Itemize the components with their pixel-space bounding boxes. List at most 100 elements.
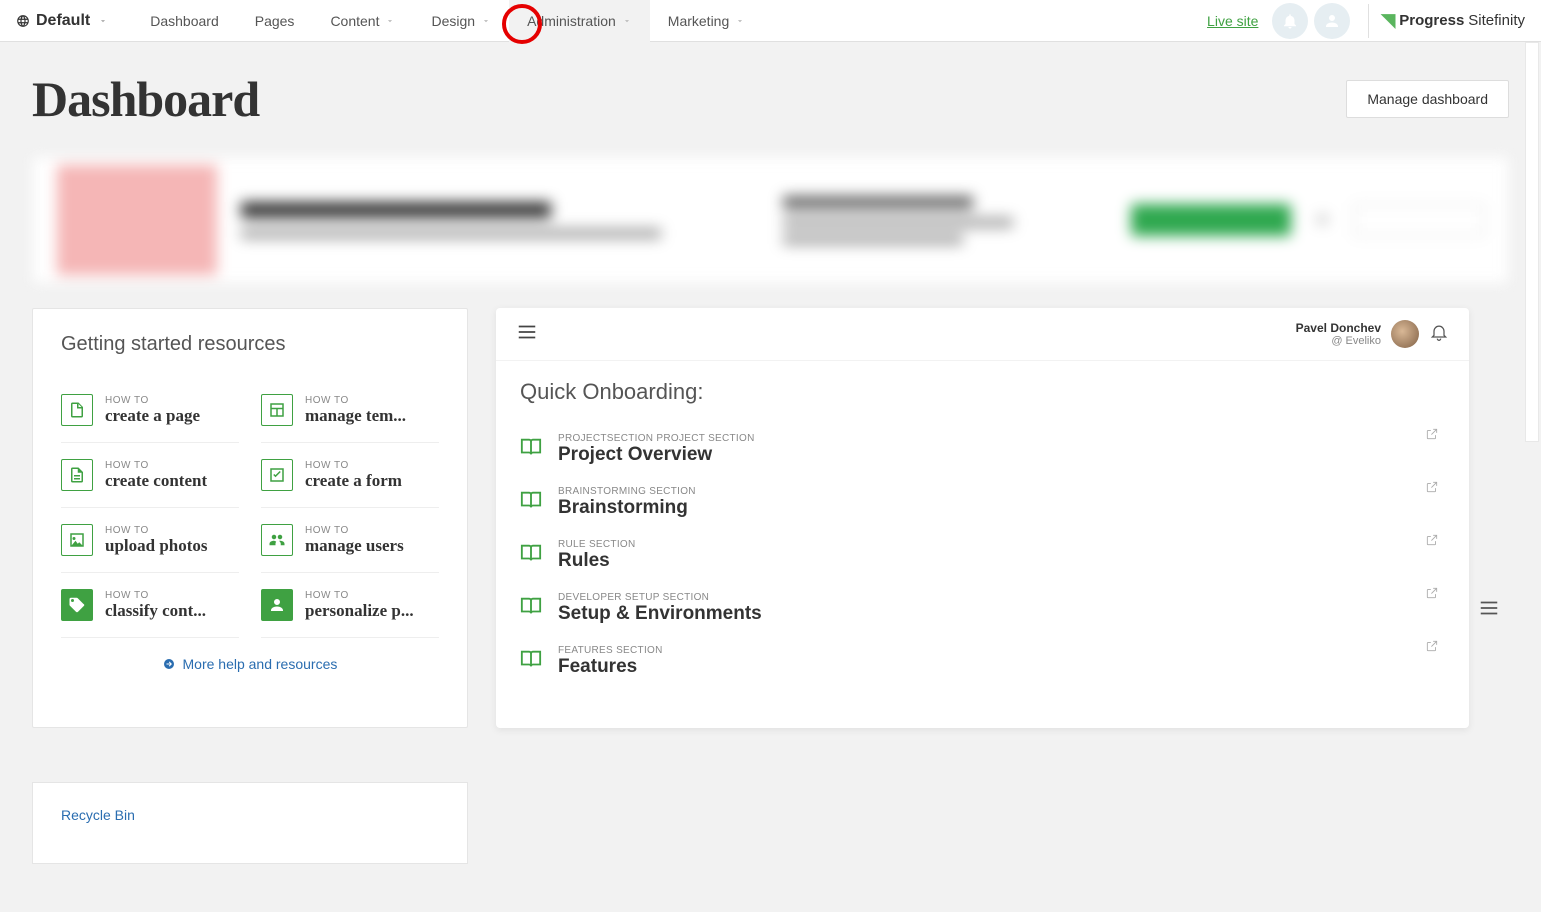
progress-logo-icon: ◥ xyxy=(1381,10,1395,31)
gs-item[interactable]: HOW TOupload photos xyxy=(61,508,239,573)
external-link-icon[interactable] xyxy=(1425,480,1439,499)
onboarding-item[interactable]: FEATURES SECTIONFeatures xyxy=(520,635,1445,688)
menu-button[interactable] xyxy=(516,321,538,348)
brand-logo: ◥ Progress Sitefinity xyxy=(1381,10,1525,31)
nav-item-administration[interactable]: Administration xyxy=(509,0,650,42)
howto-label: HOW TO xyxy=(305,590,414,601)
profile-button[interactable] xyxy=(1314,3,1350,39)
howto-label: HOW TO xyxy=(105,590,206,601)
notifications-button[interactable] xyxy=(1272,3,1308,39)
scrollbar[interactable] xyxy=(1523,42,1541,912)
page-title: Dashboard xyxy=(32,70,259,128)
tag-icon xyxy=(61,589,93,621)
side-menu-toggle[interactable] xyxy=(1469,308,1509,728)
nav-item-dashboard[interactable]: Dashboard xyxy=(132,0,237,42)
page-header: Dashboard Manage dashboard xyxy=(0,42,1541,140)
file-icon xyxy=(61,394,93,426)
nav-item-marketing[interactable]: Marketing xyxy=(650,0,763,42)
recycle-bin-link[interactable]: Recycle Bin xyxy=(61,807,439,823)
onboarding-bell-button[interactable] xyxy=(1429,322,1449,347)
chevron-down-icon xyxy=(622,16,632,26)
section-label: DEVELOPER SETUP SECTION xyxy=(558,592,762,603)
gs-item[interactable]: HOW TOcreate a page xyxy=(61,378,239,443)
gs-item[interactable]: HOW TOpersonalize p... xyxy=(261,573,439,638)
gs-item-title: create a form xyxy=(305,471,402,491)
main-content: Getting started resources HOW TOcreate a… xyxy=(0,292,1541,744)
gs-item[interactable]: HOW TOmanage tem... xyxy=(261,378,439,443)
gs-item-title: create content xyxy=(105,471,207,491)
section-label: BRAINSTORMING SECTION xyxy=(558,486,696,497)
live-site-link[interactable]: Live site xyxy=(1207,13,1258,29)
gs-item[interactable]: HOW TOcreate a form xyxy=(261,443,439,508)
nav-item-design[interactable]: Design xyxy=(413,0,509,42)
nav-item-pages[interactable]: Pages xyxy=(237,0,313,42)
book-icon xyxy=(520,489,542,516)
manage-dashboard-button[interactable]: Manage dashboard xyxy=(1346,80,1509,118)
user-icon xyxy=(1323,12,1341,30)
book-icon xyxy=(520,542,542,569)
onboarding-item[interactable]: PROJECTSECTION PROJECT SECTIONProject Ov… xyxy=(520,423,1445,476)
howto-label: HOW TO xyxy=(305,460,402,471)
gs-item[interactable]: HOW TOcreate content xyxy=(61,443,239,508)
getting-started-heading: Getting started resources xyxy=(61,333,439,356)
globe-icon xyxy=(16,14,30,28)
check-icon xyxy=(261,459,293,491)
user-name: Pavel Donchev xyxy=(1296,321,1381,335)
image-icon xyxy=(61,524,93,556)
notification-banner-blurred: ✕ xyxy=(32,156,1509,284)
onboarding-item[interactable]: BRAINSTORMING SECTIONBrainstorming xyxy=(520,476,1445,529)
getting-started-card: Getting started resources HOW TOcreate a… xyxy=(32,308,468,728)
gs-item-title: create a page xyxy=(105,406,200,426)
section-label: PROJECTSECTION PROJECT SECTION xyxy=(558,433,755,444)
hamburger-icon xyxy=(516,321,538,343)
item-title: Rules xyxy=(558,550,636,572)
section-label: FEATURES SECTION xyxy=(558,645,663,656)
gs-item-title: manage tem... xyxy=(305,406,406,426)
external-link-icon[interactable] xyxy=(1425,639,1439,658)
onboarding-header: Pavel Donchev @ Eveliko xyxy=(496,308,1469,361)
doc-icon xyxy=(61,459,93,491)
arrow-right-circle-icon xyxy=(163,658,175,670)
external-link-icon[interactable] xyxy=(1425,533,1439,552)
onboarding-item[interactable]: DEVELOPER SETUP SECTIONSetup & Environme… xyxy=(520,582,1445,635)
more-help-link[interactable]: More help and resources xyxy=(61,638,439,672)
chevron-down-icon xyxy=(735,16,745,26)
bell-icon xyxy=(1281,12,1299,30)
book-icon xyxy=(520,595,542,622)
item-title: Setup & Environments xyxy=(558,603,762,625)
users-icon xyxy=(261,524,293,556)
nav-item-content[interactable]: Content xyxy=(312,0,413,42)
scrollbar-thumb[interactable] xyxy=(1525,42,1539,442)
avatar xyxy=(1391,320,1419,348)
gs-item-title: personalize p... xyxy=(305,601,414,621)
external-link-icon[interactable] xyxy=(1425,427,1439,446)
howto-label: HOW TO xyxy=(305,395,406,406)
bell-icon xyxy=(1429,322,1449,342)
external-link-icon[interactable] xyxy=(1425,586,1439,605)
onboarding-user[interactable]: Pavel Donchev @ Eveliko xyxy=(1296,320,1449,348)
nav-items: DashboardPagesContentDesignAdministratio… xyxy=(132,0,763,42)
hamburger-icon xyxy=(1478,597,1500,619)
item-title: Brainstorming xyxy=(558,497,696,519)
howto-label: HOW TO xyxy=(105,525,208,536)
book-icon xyxy=(520,648,542,675)
book-icon xyxy=(520,436,542,463)
onboarding-widget: Pavel Donchev @ Eveliko Quick Onboarding… xyxy=(496,308,1469,728)
gs-item-title: upload photos xyxy=(105,536,208,556)
site-selector[interactable]: Default xyxy=(16,12,108,30)
user-handle: @ Eveliko xyxy=(1296,335,1381,347)
onboarding-item[interactable]: RULE SECTIONRules xyxy=(520,529,1445,582)
item-title: Features xyxy=(558,656,663,678)
chevron-down-icon xyxy=(385,16,395,26)
item-title: Project Overview xyxy=(558,444,755,466)
howto-label: HOW TO xyxy=(105,395,200,406)
gs-item-title: manage users xyxy=(305,536,404,556)
onboarding-heading: Quick Onboarding: xyxy=(520,379,1445,405)
chevron-down-icon xyxy=(98,16,108,26)
recycle-bin-card: Recycle Bin xyxy=(32,782,468,864)
gs-item[interactable]: HOW TOmanage users xyxy=(261,508,439,573)
howto-label: HOW TO xyxy=(305,525,404,536)
section-label: RULE SECTION xyxy=(558,539,636,550)
gs-item[interactable]: HOW TOclassify cont... xyxy=(61,573,239,638)
person-icon xyxy=(261,589,293,621)
